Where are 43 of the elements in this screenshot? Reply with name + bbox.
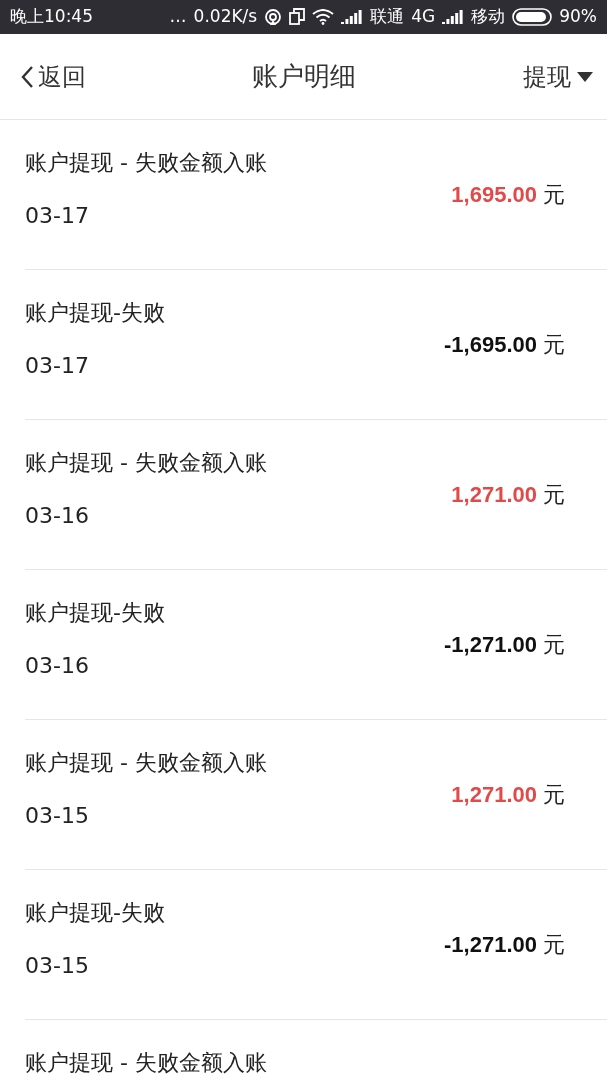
filter-dropdown[interactable]: 提现 bbox=[523, 58, 593, 95]
record-amount: -1,271.00 bbox=[444, 631, 537, 659]
record-title: 账户提现-失败 bbox=[25, 299, 166, 327]
record-date: 03-16 bbox=[25, 652, 90, 680]
copy-icon bbox=[289, 8, 306, 26]
page-title: 账户明细 bbox=[251, 60, 356, 93]
back-button[interactable]: 返回 bbox=[20, 58, 86, 95]
record-date: 03-16 bbox=[25, 502, 90, 530]
record-title: 账户提现-失败 bbox=[25, 899, 166, 927]
signal-icon bbox=[341, 10, 364, 24]
status-dots: … bbox=[169, 5, 187, 29]
network-speed: 0.02K/s bbox=[193, 5, 258, 29]
currency-unit: 元 bbox=[543, 481, 565, 509]
currency-unit: 元 bbox=[543, 631, 565, 659]
record-amount: 1,271.00 bbox=[451, 781, 537, 809]
record-title: 账户提现 - 失败金额入账 bbox=[25, 149, 268, 177]
currency-unit: 元 bbox=[543, 331, 565, 359]
record-amount: 1,271.00 bbox=[451, 481, 537, 509]
carrier-name: 移动 bbox=[471, 5, 506, 29]
network-type: 4G bbox=[411, 5, 436, 29]
carrier-name: 联通 bbox=[370, 5, 405, 29]
status-time: 晚上10:45 bbox=[10, 5, 93, 29]
record-amount: -1,271.00 bbox=[444, 931, 537, 959]
currency-unit: 元 bbox=[543, 781, 565, 809]
currency-unit: 元 bbox=[543, 931, 565, 959]
record-title: 账户提现 - 失败金额入账 bbox=[25, 449, 268, 477]
wifi-icon bbox=[312, 9, 335, 25]
battery-icon bbox=[512, 8, 553, 26]
record-date: 03-15 bbox=[25, 802, 90, 830]
caret-icon bbox=[577, 71, 593, 82]
record-title: 账户提现 - 失败金额入账 bbox=[25, 749, 268, 777]
record-date: 03-15 bbox=[25, 952, 90, 980]
back-chevron-icon bbox=[20, 64, 34, 89]
record-date: 03-17 bbox=[25, 202, 90, 230]
hotspot-icon bbox=[264, 8, 283, 26]
battery-percent: 90% bbox=[559, 5, 597, 29]
record-title: 账户提现-失败 bbox=[25, 599, 166, 627]
record-date: 03-17 bbox=[25, 352, 90, 380]
record-amount: 1,695.00 bbox=[451, 181, 537, 209]
record-amount: -1,695.00 bbox=[444, 331, 537, 359]
currency-unit: 元 bbox=[543, 181, 565, 209]
record-title: 账户提现 - 失败金额入账 bbox=[25, 1049, 268, 1077]
signal-icon bbox=[442, 10, 465, 24]
